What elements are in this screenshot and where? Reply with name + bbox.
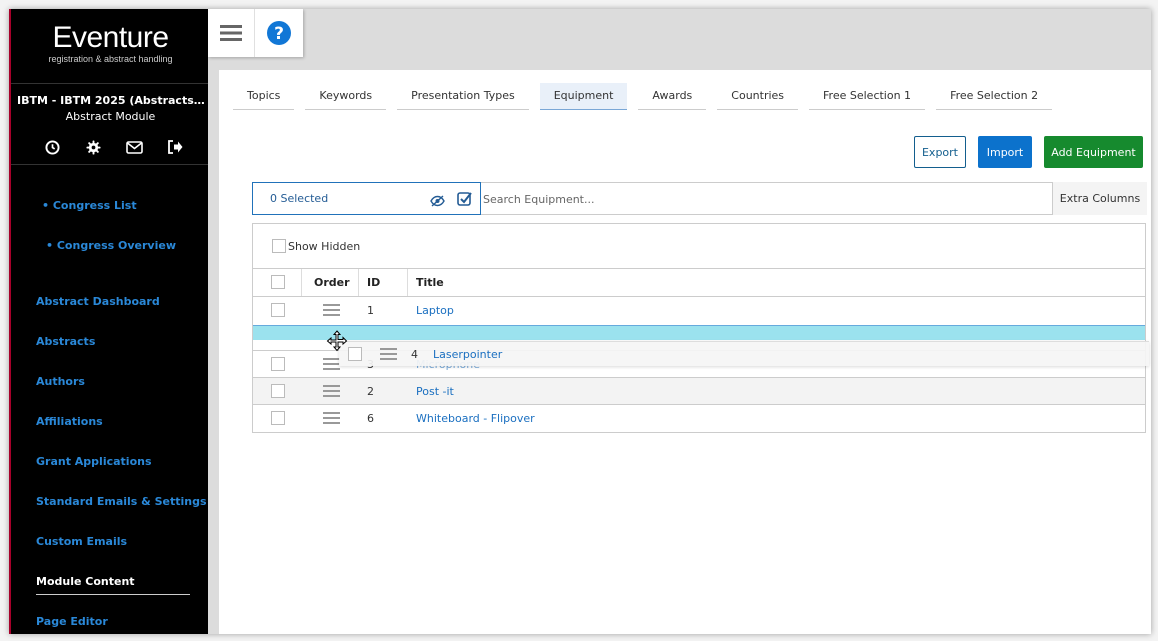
row-title-link[interactable]: Laptop — [416, 304, 454, 317]
row-checkbox[interactable] — [271, 303, 285, 317]
gear-icon[interactable] — [84, 138, 102, 156]
drop-placeholder — [253, 325, 1145, 340]
hamburger-menu-icon — [220, 25, 242, 41]
import-button[interactable]: Import — [978, 136, 1032, 168]
tab-awards[interactable]: Awards — [638, 83, 707, 110]
row-checkbox[interactable] — [271, 384, 285, 398]
drag-handle-icon[interactable] — [323, 410, 340, 429]
row-id: 2 — [367, 385, 374, 398]
nav-grant-applications[interactable]: Grant Applications — [36, 455, 152, 468]
tab-equipment[interactable]: Equipment — [539, 83, 628, 110]
svg-text:?: ? — [274, 24, 284, 44]
top-toolbar: ? — [208, 9, 303, 57]
logo-subtitle: registration & abstract handling — [48, 54, 173, 64]
row-checkbox[interactable] — [271, 411, 285, 425]
nav-page-editor[interactable]: Page Editor — [36, 615, 108, 628]
nav-abstracts[interactable]: Abstracts — [36, 335, 95, 348]
row-id: 4 — [411, 348, 418, 361]
column-divider — [301, 269, 302, 296]
equipment-table: Show Hidden Order ID Title 1 Laptop 4 La… — [252, 223, 1149, 433]
selection-summary[interactable]: 0 Selected — [252, 182, 481, 215]
row-id: 6 — [367, 412, 374, 425]
table-row[interactable]: 2 Post -it — [253, 377, 1145, 404]
drag-handle-icon[interactable] — [380, 346, 397, 365]
table-header: Order ID Title — [253, 268, 1145, 296]
congress-title: IBTM - IBTM 2025 (Abstracts & Par... — [17, 94, 207, 107]
nav-abstract-dashboard[interactable]: Abstract Dashboard — [36, 295, 160, 308]
header-title[interactable]: Title — [416, 276, 444, 289]
tab-keywords[interactable]: Keywords — [305, 83, 387, 110]
header-order[interactable]: Order — [314, 276, 350, 289]
nav-congress-overview[interactable]: • Congress Overview — [46, 239, 176, 252]
help-icon: ? — [266, 21, 291, 45]
main-content: Topics Keywords Presentation Types Equip… — [219, 70, 1151, 634]
search-equipment-input[interactable] — [483, 188, 1043, 210]
app-window: Eventure registration & abstract handlin… — [9, 9, 1151, 634]
row-title-link[interactable]: Whiteboard - Flipover — [416, 412, 535, 425]
show-hidden-toggle[interactable]: Show Hidden — [272, 239, 360, 253]
help-button[interactable]: ? — [255, 9, 302, 57]
sidebar: Eventure registration & abstract handlin… — [9, 9, 208, 634]
show-hidden-checkbox[interactable] — [272, 239, 286, 253]
column-divider — [407, 269, 408, 296]
nav-authors[interactable]: Authors — [36, 375, 85, 388]
active-nav-underline — [36, 594, 190, 595]
check-square-icon[interactable] — [457, 191, 472, 210]
logout-icon[interactable] — [166, 138, 184, 156]
selected-count: 0 Selected — [270, 192, 329, 205]
export-button[interactable]: Export — [914, 136, 966, 168]
divider — [11, 164, 208, 165]
nav-module-content[interactable]: Module Content — [36, 575, 135, 588]
drag-handle-icon[interactable] — [323, 383, 340, 402]
tab-free-selection-1[interactable]: Free Selection 1 — [809, 83, 926, 110]
tab-countries[interactable]: Countries — [717, 83, 799, 110]
nav-custom-emails[interactable]: Custom Emails — [36, 535, 127, 548]
column-divider — [358, 269, 359, 296]
row-title-link[interactable]: Post -it — [416, 385, 454, 398]
header-id[interactable]: ID — [367, 276, 380, 289]
extra-columns-button[interactable]: Extra Columns — [1052, 182, 1147, 215]
drag-handle-icon[interactable] — [323, 356, 340, 375]
nav-congress-list[interactable]: • Congress List — [42, 199, 137, 212]
tab-bar: Topics Keywords Presentation Types Equip… — [233, 83, 1053, 110]
filter-bar: 0 Selected Extra Columns — [252, 182, 1147, 215]
row-checkbox[interactable] — [271, 357, 285, 371]
tab-free-selection-2[interactable]: Free Selection 2 — [936, 83, 1053, 110]
dragged-row[interactable]: 4 Laserpointer — [339, 341, 1149, 366]
hamburger-menu-button[interactable] — [208, 9, 255, 57]
move-cursor-icon — [326, 330, 348, 356]
logo-title: Eventure — [52, 21, 169, 54]
nav-standard-emails-settings[interactable]: Standard Emails & Settings — [36, 495, 207, 508]
select-all-checkbox[interactable] — [271, 275, 285, 289]
add-equipment-button[interactable]: Add Equipment — [1044, 136, 1143, 168]
eye-slash-icon[interactable] — [430, 192, 445, 211]
drag-handle-icon[interactable] — [323, 302, 340, 321]
mail-icon[interactable] — [125, 138, 143, 156]
row-checkbox[interactable] — [348, 347, 362, 361]
logo[interactable]: Eventure registration & abstract handlin… — [11, 21, 210, 65]
row-title-link[interactable]: Laserpointer — [433, 348, 502, 361]
tab-presentation-types[interactable]: Presentation Types — [397, 83, 529, 110]
table-row[interactable]: 6 Whiteboard - Flipover — [253, 404, 1145, 431]
sidebar-icon-bar — [43, 138, 184, 156]
row-id: 1 — [367, 304, 374, 317]
tab-topics[interactable]: Topics — [233, 83, 295, 110]
clock-icon[interactable] — [43, 138, 61, 156]
table-row[interactable]: 1 Laptop — [253, 296, 1145, 323]
divider — [11, 83, 208, 84]
module-name: Abstract Module — [65, 110, 156, 123]
nav-affiliations[interactable]: Affiliations — [36, 415, 103, 428]
show-hidden-label: Show Hidden — [288, 239, 361, 253]
